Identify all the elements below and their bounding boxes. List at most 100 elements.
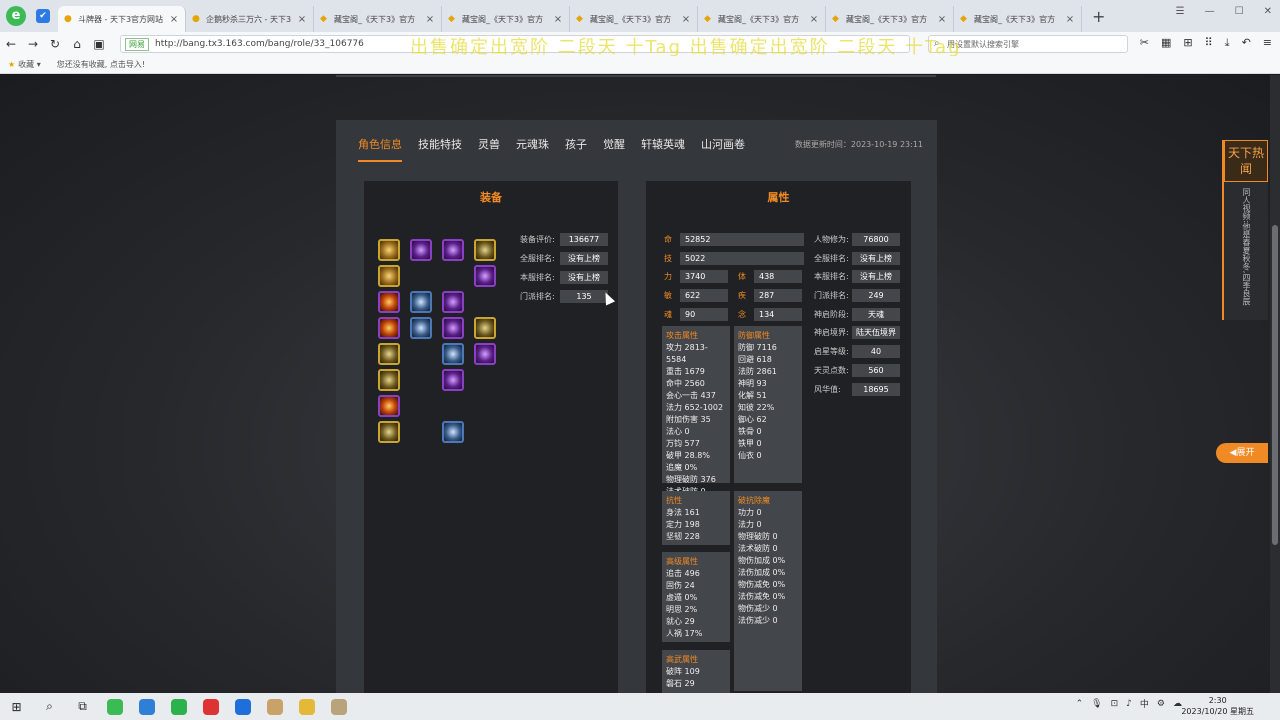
media-app-icon[interactable] — [203, 698, 219, 715]
equip-slot-icon[interactable] — [378, 291, 400, 313]
pinned-tab-icon[interactable]: ✔ — [36, 9, 50, 23]
download-icon[interactable]: ⤓ — [1225, 36, 1230, 50]
equip-slot-icon[interactable] — [410, 317, 432, 339]
equip-slot-icon[interactable] — [474, 343, 496, 365]
maximize-icon[interactable]: ☐ — [1235, 6, 1244, 17]
game-app-icon[interactable] — [267, 698, 283, 715]
close-tab-icon[interactable]: × — [169, 14, 179, 25]
close-tab-icon[interactable]: × — [937, 14, 947, 25]
close-tab-icon[interactable]: × — [553, 14, 563, 25]
row-label: 天灵点数: — [814, 366, 849, 375]
equip-slot-icon[interactable] — [378, 239, 400, 261]
volume-icon[interactable]: ♪ — [1126, 699, 1132, 709]
equip-slot-icon[interactable] — [378, 395, 400, 417]
tab-pets[interactable]: 灵兽 — [478, 136, 500, 162]
wechat-app-icon[interactable] — [171, 698, 187, 715]
undo-icon[interactable]: ↶ — [1242, 36, 1251, 50]
back-icon[interactable]: ← — [0, 37, 22, 51]
game-app-icon[interactable] — [331, 698, 347, 715]
elegance-row: 风华值: 18695 — [814, 383, 900, 396]
close-tab-icon[interactable]: × — [297, 14, 307, 25]
equip-slot-icon[interactable] — [378, 317, 400, 339]
wallet-icon[interactable]: ▣ — [88, 37, 110, 51]
equip-slot-icon[interactable] — [442, 239, 464, 261]
browser-tab[interactable]: ● 斗牌器 - 天下3官方网站 × — [58, 6, 186, 32]
url-input[interactable]: 网易 http://bang.tx3.163.com/bang/role/33_… — [120, 35, 910, 53]
equip-slot-icon[interactable] — [410, 239, 432, 261]
game-app-icon[interactable] — [299, 698, 315, 715]
attributes-title: 属性 — [767, 191, 790, 204]
close-window-icon[interactable]: ✕ — [1264, 6, 1272, 17]
row-label: 门派排名: — [814, 291, 849, 300]
browser-app-icon[interactable] — [107, 698, 123, 715]
expand-button[interactable]: ◀展开 — [1216, 443, 1268, 463]
browser-tab[interactable]: ◆ 藏宝阁_《天下3》官方 × — [954, 6, 1082, 32]
start-icon[interactable]: ⊞ — [0, 700, 33, 714]
attr-line: 追击 496 — [666, 569, 700, 578]
new-tab-icon[interactable]: + — [1092, 7, 1105, 26]
mic-icon[interactable]: 🎙 — [1091, 699, 1102, 709]
tab-skills[interactable]: 技能特技 — [418, 136, 462, 162]
scissors-icon[interactable]: ✂ — [1140, 36, 1149, 50]
close-tab-icon[interactable]: × — [809, 14, 819, 25]
equip-slot-icon[interactable] — [378, 343, 400, 365]
equip-slot-icon[interactable] — [410, 291, 432, 313]
system-clock[interactable]: 2:30 2023/10/20 星期五 — [1181, 695, 1254, 717]
attr-line: 攻力 2813-5584 — [666, 343, 708, 364]
equip-slot-icon[interactable] — [378, 369, 400, 391]
import-bookmarks-link[interactable]: 您还没有收藏, 点击导入! — [57, 59, 145, 70]
hot-news-banner[interactable]: 天下热闻 同人视频:他是春夏秋冬,四季良辰 — [1222, 140, 1268, 320]
more-icon[interactable]: ≡ — [1263, 36, 1272, 50]
browser-tab[interactable]: ◆ 藏宝阁_《天下3》官方 × — [570, 6, 698, 32]
close-tab-icon[interactable]: × — [681, 14, 691, 25]
equip-slot-icon[interactable] — [442, 317, 464, 339]
equip-slot-icon[interactable] — [442, 421, 464, 443]
browser-logo-icon[interactable]: e — [6, 6, 26, 26]
tab-awakening[interactable]: 觉醒 — [603, 136, 625, 162]
equip-slot-icon[interactable] — [378, 265, 400, 287]
chevron-up-icon[interactable]: ⌃ — [1076, 699, 1084, 709]
browser-tab[interactable]: ◆ 藏宝阁_《天下3》官方 × — [314, 6, 442, 32]
attr-line: 身法 161 — [666, 508, 700, 517]
address-toolbar: ← → ↻ ⌂ ▣ 网易 http://bang.tx3.163.com/ban… — [0, 32, 1280, 56]
tab-heroes[interactable]: 轩辕英魂 — [641, 136, 685, 162]
attr-line: 万钧 577 — [666, 439, 700, 448]
page-scrollbar[interactable] — [1270, 75, 1280, 693]
browser-tab[interactable]: ◆ 藏宝阁_《天下3》官方 × — [826, 6, 954, 32]
search-input[interactable]: ⌕ 用设置默认搜索引擎 — [928, 35, 1128, 53]
menu-icon[interactable]: ☰ — [1176, 6, 1185, 17]
close-tab-icon[interactable]: × — [1065, 14, 1075, 25]
scrollbar-thumb[interactable] — [1272, 225, 1278, 545]
search-icon[interactable]: ⌕ — [33, 699, 66, 714]
equip-slot-icon[interactable] — [442, 369, 464, 391]
browser-tab[interactable]: ◆ 藏宝阁_《天下3》官方 × — [698, 6, 826, 32]
browser-tab[interactable]: ● 企鹅秒杀三万六 - 天下3 × — [186, 6, 314, 32]
reload-icon[interactable]: ↻ — [44, 37, 66, 51]
network-icon[interactable]: ⊡ — [1111, 699, 1119, 709]
task-view-icon[interactable]: ⧉ — [66, 699, 99, 714]
tab-soul-beads[interactable]: 元魂珠 — [516, 136, 549, 162]
equip-slot-icon[interactable] — [378, 421, 400, 443]
tab-role-info[interactable]: 角色信息 — [358, 136, 402, 162]
tab-scrolls[interactable]: 山河画卷 — [701, 136, 745, 162]
extension-icon[interactable]: ▦ — [1161, 36, 1171, 50]
edge-app-icon[interactable] — [139, 698, 155, 715]
equip-slot-icon[interactable] — [474, 239, 496, 261]
kugou-app-icon[interactable] — [235, 698, 251, 715]
attr-line: 破阵 109 — [666, 667, 700, 676]
ime-lang[interactable]: 中 — [1140, 697, 1149, 710]
browser-tab[interactable]: ◆ 藏宝阁_《天下3》官方 × — [442, 6, 570, 32]
close-tab-icon[interactable]: × — [425, 14, 435, 25]
equip-slot-icon[interactable] — [442, 343, 464, 365]
bookmarks-folder[interactable]: ★ 收藏 ▾ — [8, 59, 41, 70]
equip-slot-icon[interactable] — [474, 265, 496, 287]
settings-icon[interactable]: ⚙ — [1157, 699, 1165, 709]
apps-icon[interactable]: ⊞ — [1183, 36, 1192, 50]
grid-icon[interactable]: ⠿ — [1205, 36, 1213, 50]
forward-icon[interactable]: → — [22, 37, 44, 51]
minimize-icon[interactable]: — — [1205, 6, 1215, 17]
home-icon[interactable]: ⌂ — [66, 37, 88, 51]
equip-slot-icon[interactable] — [442, 291, 464, 313]
tab-children[interactable]: 孩子 — [565, 136, 587, 162]
equip-slot-icon[interactable] — [474, 317, 496, 339]
